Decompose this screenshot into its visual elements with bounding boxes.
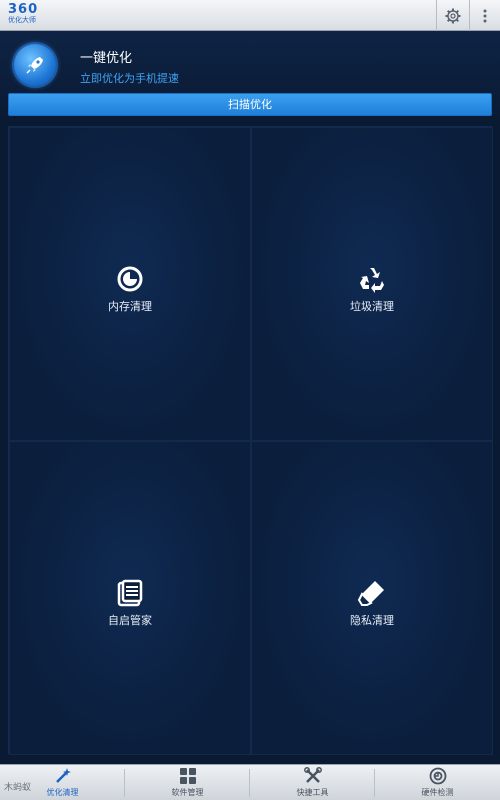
nav-quick-tools[interactable]: 快捷工具 xyxy=(250,765,375,800)
gear-icon xyxy=(445,8,461,23)
tools-icon xyxy=(303,767,322,783)
top-bar: 360 优化大师 xyxy=(0,0,500,31)
one-click-optimize-badge[interactable] xyxy=(14,44,56,86)
tile-autostart-manager[interactable]: 自启管家 xyxy=(9,441,251,755)
memory-clean-icon xyxy=(117,266,143,292)
nav-label: 快捷工具 xyxy=(296,788,329,797)
grid-apps-icon xyxy=(179,768,196,784)
logo-number: 360 xyxy=(8,2,39,17)
tile-memory-clean[interactable]: 内存清理 xyxy=(9,127,251,441)
nav-hardware-check[interactable]: 硬件检测 xyxy=(375,765,500,800)
gauge-icon xyxy=(429,767,446,785)
tile-label: 自启管家 xyxy=(108,614,152,627)
nav-label: 硬件检测 xyxy=(421,788,454,797)
tile-privacy-clean[interactable]: 隐私清理 xyxy=(251,441,493,755)
rocket-icon xyxy=(26,57,43,74)
tile-label: 内存清理 xyxy=(108,300,152,313)
feature-grid: 内存清理 垃圾清理 自启管家 隐私清理 xyxy=(8,126,493,755)
tile-junk-clean[interactable]: 垃圾清理 xyxy=(251,127,493,441)
header-title: 一键优化 xyxy=(80,51,133,66)
scan-optimize-button[interactable]: 扫描优化 xyxy=(8,93,492,116)
nav-software-manage[interactable]: 软件管理 xyxy=(125,765,250,800)
eraser-icon xyxy=(357,581,384,606)
tile-label: 隐私清理 xyxy=(350,614,394,627)
logo-subtitle: 优化大师 xyxy=(8,16,36,24)
nav-label: 软件管理 xyxy=(171,788,204,797)
more-vertical-icon xyxy=(483,9,487,22)
overflow-menu-button[interactable] xyxy=(470,0,500,31)
settings-button[interactable] xyxy=(437,0,469,31)
watermark: 木蚂蚁 xyxy=(4,783,32,793)
wand-icon xyxy=(55,768,71,783)
recycle-icon xyxy=(360,268,384,293)
list-icon xyxy=(117,579,143,607)
app-logo: 360 优化大师 xyxy=(8,2,56,27)
header-subtitle: 立即优化为手机提速 xyxy=(80,72,179,85)
tile-label: 垃圾清理 xyxy=(350,300,394,313)
bottom-nav: 优化清理 软件管理 快捷工具 硬件检测 xyxy=(0,764,500,800)
